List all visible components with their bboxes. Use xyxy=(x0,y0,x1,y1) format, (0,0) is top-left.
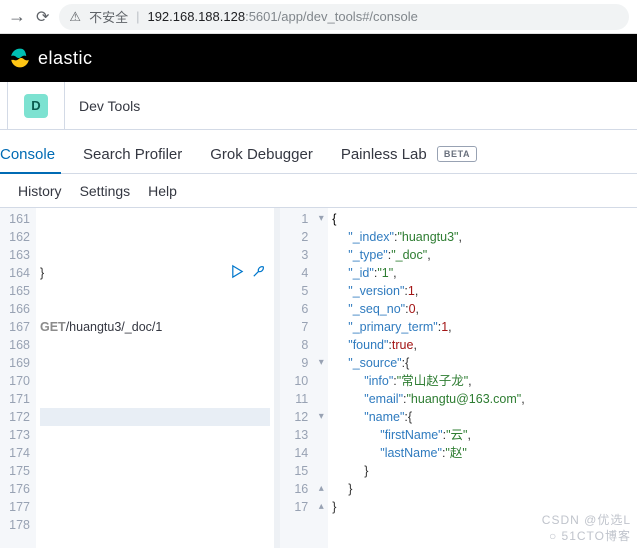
subtab-history[interactable]: History xyxy=(18,183,62,199)
response-gutter: 1234567891011121314151617 xyxy=(280,208,314,548)
forward-icon[interactable]: → xyxy=(8,6,26,27)
wrench-icon[interactable] xyxy=(251,264,266,279)
tab-grok-debugger[interactable]: Grok Debugger xyxy=(210,146,329,173)
editor-wrap: 1611621631641651661671681691701711721731… xyxy=(0,208,637,548)
run-icon[interactable] xyxy=(230,264,245,279)
tab-painless-lab[interactable]: Painless Lab BETA xyxy=(341,146,493,173)
elastic-header: elastic xyxy=(0,34,637,82)
insecure-label: 不安全 xyxy=(89,7,128,26)
tab-search-profiler[interactable]: Search Profiler xyxy=(83,146,198,173)
url-text: 192.168.188.128:5601/app/dev_tools#/cons… xyxy=(147,9,417,24)
request-gutter: 1611621631641651661671681691701711721731… xyxy=(0,208,36,548)
elastic-logo-icon xyxy=(10,48,30,68)
breadcrumb: D Dev Tools xyxy=(0,82,637,130)
brand-label: elastic xyxy=(38,48,93,69)
breadcrumb-devtools[interactable]: Dev Tools xyxy=(65,98,154,114)
space-badge[interactable]: D xyxy=(24,94,48,118)
request-pane[interactable]: 1611621631641651661671681691701711721731… xyxy=(0,208,280,548)
beta-badge: BETA xyxy=(437,146,477,162)
request-actions xyxy=(230,264,266,279)
browser-bar: → ⟳ ⚠ 不安全 | 192.168.188.128:5601/app/dev… xyxy=(0,0,637,34)
tabs: Console Search Profiler Grok Debugger Pa… xyxy=(0,130,637,174)
fold-gutter: ▾▾▾▴▴ xyxy=(314,208,328,548)
subtabs: History Settings Help xyxy=(0,174,637,208)
tab-console[interactable]: Console xyxy=(0,146,71,173)
nav-toggle-edge[interactable] xyxy=(0,82,8,130)
url-box[interactable]: ⚠ 不安全 | 192.168.188.128:5601/app/dev_too… xyxy=(59,4,629,30)
insecure-icon: ⚠ xyxy=(69,9,81,25)
response-code[interactable]: {"_index" : "huangtu3","_type" : "_doc",… xyxy=(328,208,637,548)
reload-icon[interactable]: ⟳ xyxy=(36,7,49,27)
response-pane[interactable]: 1234567891011121314151617 ▾▾▾▴▴ {"_index… xyxy=(280,208,637,548)
request-code[interactable]: }GET /huangtu3/_doc/1 xyxy=(36,208,274,548)
subtab-settings[interactable]: Settings xyxy=(80,183,131,199)
subtab-help[interactable]: Help xyxy=(148,183,177,199)
